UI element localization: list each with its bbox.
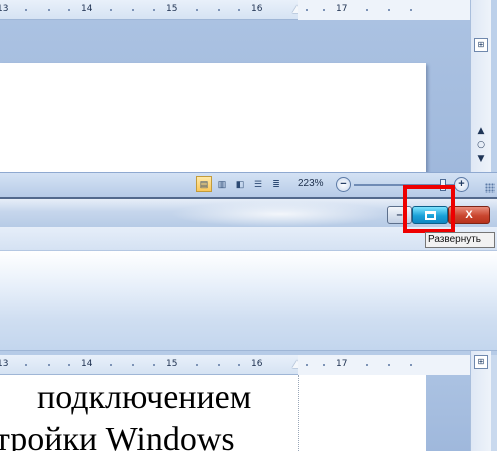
ruler-dot [48, 9, 50, 11]
ruler-dot [132, 9, 134, 11]
ruler-dot [25, 364, 27, 366]
bottom-vertical-scrollbar[interactable]: ⊞ [470, 351, 491, 451]
text-boundary-line [298, 375, 299, 451]
ruler-dot [196, 364, 198, 366]
view-ruler-icon[interactable]: ⊞ [474, 355, 488, 369]
document-text-line[interactable]: подключением [37, 379, 251, 417]
ruler-dot [110, 9, 112, 11]
ruler-dot [196, 9, 198, 11]
ruler-dot [68, 9, 70, 11]
ruler-tick: 17 [336, 359, 348, 369]
zoom-out-icon[interactable]: − [336, 177, 351, 192]
view-ruler-icon[interactable]: ⊞ [474, 38, 488, 52]
ribbon-panel [0, 251, 497, 351]
zoom-in-icon[interactable]: + [454, 177, 469, 192]
ruler-dot [323, 9, 325, 11]
ruler-dot [366, 364, 368, 366]
ruler-dot [366, 9, 368, 11]
ruler-dot [218, 364, 220, 366]
ruler-tick: 14 [81, 4, 93, 14]
ruler-dot [388, 9, 390, 11]
print-layout-icon[interactable]: ▤ [196, 176, 212, 192]
ruler-tick: 13 [0, 359, 9, 369]
ruler-dot [410, 364, 412, 366]
bottom-document-page[interactable]: подключением тройки Windows [0, 375, 426, 451]
draft-icon[interactable]: ≣ [268, 176, 284, 192]
title-bar-glow [170, 201, 390, 227]
ruler-dot [110, 364, 112, 366]
ruler-dot [410, 9, 412, 11]
top-vertical-scrollbar[interactable]: ⊞ ▲ ○ ▼ [470, 0, 491, 172]
ruler-dot [153, 9, 155, 11]
select-browse-object-icon[interactable]: ○ [473, 138, 489, 152]
view-buttons: ▤ ▥ ◧ ☰ ≣ [196, 176, 284, 192]
ruler-tick: 17 [336, 4, 348, 14]
ruler-dot [48, 364, 50, 366]
maximize-tooltip: Развернуть [425, 232, 495, 248]
ruler-dot [238, 9, 240, 11]
ruler-dot [218, 9, 220, 11]
top-document-page[interactable] [0, 63, 426, 175]
ruler-dot [25, 9, 27, 11]
ruler-tick: 16 [251, 359, 263, 369]
ruler-dot [68, 364, 70, 366]
ruler-margin-area: 17 [298, 355, 470, 375]
ruler-dot [323, 364, 325, 366]
resize-grip-icon[interactable] [485, 183, 495, 193]
ruler-margin-area: 17 [298, 0, 470, 20]
bottom-horizontal-ruler[interactable]: 13 14 15 16 17 [0, 355, 470, 375]
ruler-dot [153, 364, 155, 366]
ruler-tick: 14 [81, 359, 93, 369]
document-text-line[interactable]: тройки Windows [0, 421, 235, 451]
top-horizontal-ruler[interactable]: 13 14 15 16 17 [0, 0, 470, 20]
ruler-tick: 16 [251, 4, 263, 14]
next-page-icon[interactable]: ▼ [473, 152, 489, 166]
full-screen-reading-icon[interactable]: ▥ [214, 176, 230, 192]
bottom-document-area: подключением тройки Windows [0, 375, 470, 451]
zoom-level[interactable]: 223% [298, 178, 324, 189]
ruler-dot [132, 364, 134, 366]
top-document-area [0, 20, 470, 175]
ruler-dot [306, 364, 308, 366]
ruler-dot [388, 364, 390, 366]
maximize-highlight-box [403, 185, 455, 233]
web-layout-icon[interactable]: ◧ [232, 176, 248, 192]
ruler-tick: 15 [166, 4, 178, 14]
bottom-word-window: – X 13 14 15 16 17 ⊞ [0, 197, 497, 451]
previous-page-icon[interactable]: ▲ [473, 124, 489, 138]
ruler-tick: 13 [0, 4, 9, 14]
outline-icon[interactable]: ☰ [250, 176, 266, 192]
top-word-window: 13 14 15 16 17 ⊞ ▲ ○ ▼ ▤ ▥ [0, 0, 497, 197]
ruler-dot [306, 9, 308, 11]
ruler-tick: 15 [166, 359, 178, 369]
ruler-dot [238, 364, 240, 366]
